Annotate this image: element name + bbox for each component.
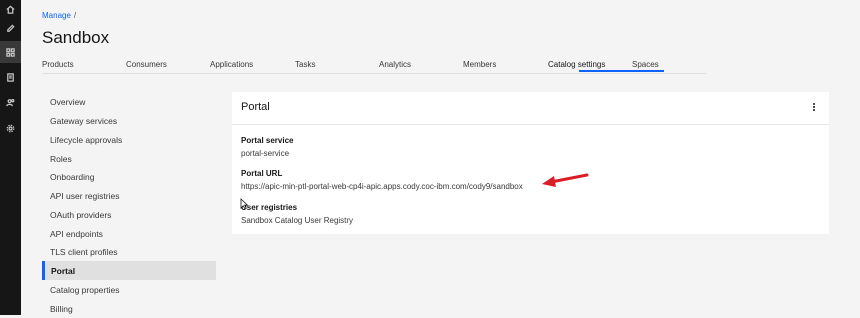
overflow-menu-icon[interactable] <box>811 101 817 113</box>
card-divider <box>232 124 829 125</box>
nav-item-tls-client-profiles[interactable]: TLS client profiles <box>42 242 216 261</box>
home-icon[interactable] <box>4 3 16 15</box>
tab-applications[interactable]: Applications <box>210 60 253 69</box>
nav-item-api-endpoints[interactable]: API endpoints <box>42 224 216 243</box>
tab-products[interactable]: Products <box>42 60 74 69</box>
portal-service-label: Portal service <box>241 136 294 145</box>
tab-members[interactable]: Members <box>463 60 496 69</box>
tab-tasks[interactable]: Tasks <box>295 60 315 69</box>
tab-bar: Products Consumers Applications Tasks An… <box>42 58 706 74</box>
breadcrumb-manage-link[interactable]: Manage <box>42 11 71 20</box>
portal-url-label: Portal URL <box>241 169 283 178</box>
nav-item-oauth-providers[interactable]: OAuth providers <box>42 205 216 224</box>
side-rail <box>0 0 21 315</box>
portal-service-value: portal-service <box>241 149 290 158</box>
card-title: Portal <box>241 101 270 113</box>
tab-spaces[interactable]: Spaces <box>632 60 659 69</box>
users-icon[interactable] <box>4 96 16 108</box>
portal-url-value: https://apic-min-ptl-portal-web-cp4i-api… <box>241 182 523 191</box>
selected-tab-indicator <box>579 70 664 72</box>
portal-card: Portal Portal service portal-service Por… <box>232 92 829 234</box>
settings-icon[interactable] <box>4 122 16 134</box>
mouse-cursor-icon <box>240 198 248 210</box>
tab-consumers[interactable]: Consumers <box>126 60 167 69</box>
nav-item-roles[interactable]: Roles <box>42 149 216 168</box>
nav-item-gateway-services[interactable]: Gateway services <box>42 111 216 130</box>
tab-catalog-settings[interactable]: Catalog settings <box>548 60 605 69</box>
nav-item-portal[interactable]: Portal <box>42 261 216 280</box>
document-icon[interactable] <box>4 71 16 83</box>
annotation-arrow <box>542 173 589 187</box>
dashboard-icon[interactable] <box>0 41 21 63</box>
nav-item-api-user-registries[interactable]: API user registries <box>42 186 216 205</box>
edit-icon[interactable] <box>4 22 16 34</box>
nav-item-overview[interactable]: Overview <box>42 92 216 111</box>
breadcrumb-separator: / <box>73 11 77 20</box>
user-registries-label: User registries <box>241 203 298 212</box>
page-title: Sandbox <box>42 28 110 47</box>
user-registries-value: Sandbox Catalog User Registry <box>241 216 354 225</box>
nav-item-onboarding[interactable]: Onboarding <box>42 167 216 186</box>
breadcrumb: Manage / <box>42 11 76 20</box>
nav-item-billing[interactable]: Billing <box>42 299 216 318</box>
nav-item-catalog-properties[interactable]: Catalog properties <box>42 280 216 299</box>
nav-item-lifecycle-approvals[interactable]: Lifecycle approvals <box>42 130 216 149</box>
tab-analytics[interactable]: Analytics <box>379 60 411 69</box>
